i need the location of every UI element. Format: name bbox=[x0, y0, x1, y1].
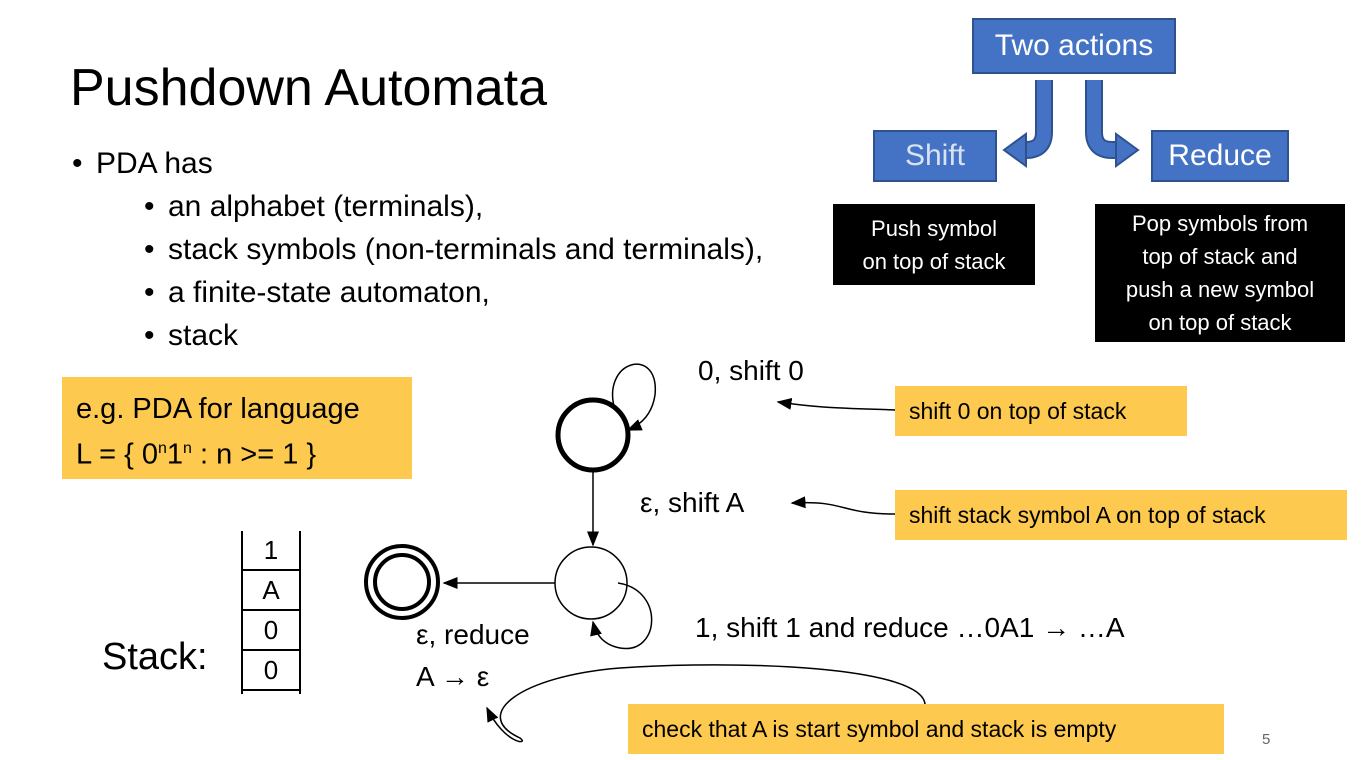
stack-cell: A bbox=[241, 571, 301, 611]
stack-cell: 1 bbox=[241, 531, 301, 571]
callout-shift0: shift 0 on top of stack bbox=[895, 386, 1187, 436]
label-eps-shift: ε, shift A bbox=[640, 487, 745, 518]
callout-arrow-shiftA bbox=[790, 496, 896, 515]
label-reduce-2: A → ε bbox=[416, 661, 490, 692]
callout-shiftA: shift stack symbol A on top of stack bbox=[895, 490, 1347, 540]
stack-label: Stack: bbox=[102, 636, 208, 678]
label-reduce-1: ε, reduce bbox=[416, 619, 530, 650]
page-number: 5 bbox=[1262, 731, 1271, 748]
stack-cell: 0 bbox=[241, 651, 301, 691]
stack: 1 A 0 0 bbox=[241, 531, 301, 691]
callout-check: check that A is start symbol and stack i… bbox=[628, 704, 1224, 754]
middle-state bbox=[554, 546, 628, 620]
start-state bbox=[555, 397, 631, 473]
label-loop-top: 0, shift 0 bbox=[698, 355, 804, 386]
label-loop-bottom: 1, shift 1 and reduce …0A1 → …A bbox=[695, 612, 1125, 643]
stack-cell: 0 bbox=[241, 611, 301, 651]
callout-arrow-shift0 bbox=[776, 397, 896, 411]
accept-state-inner bbox=[373, 553, 431, 611]
